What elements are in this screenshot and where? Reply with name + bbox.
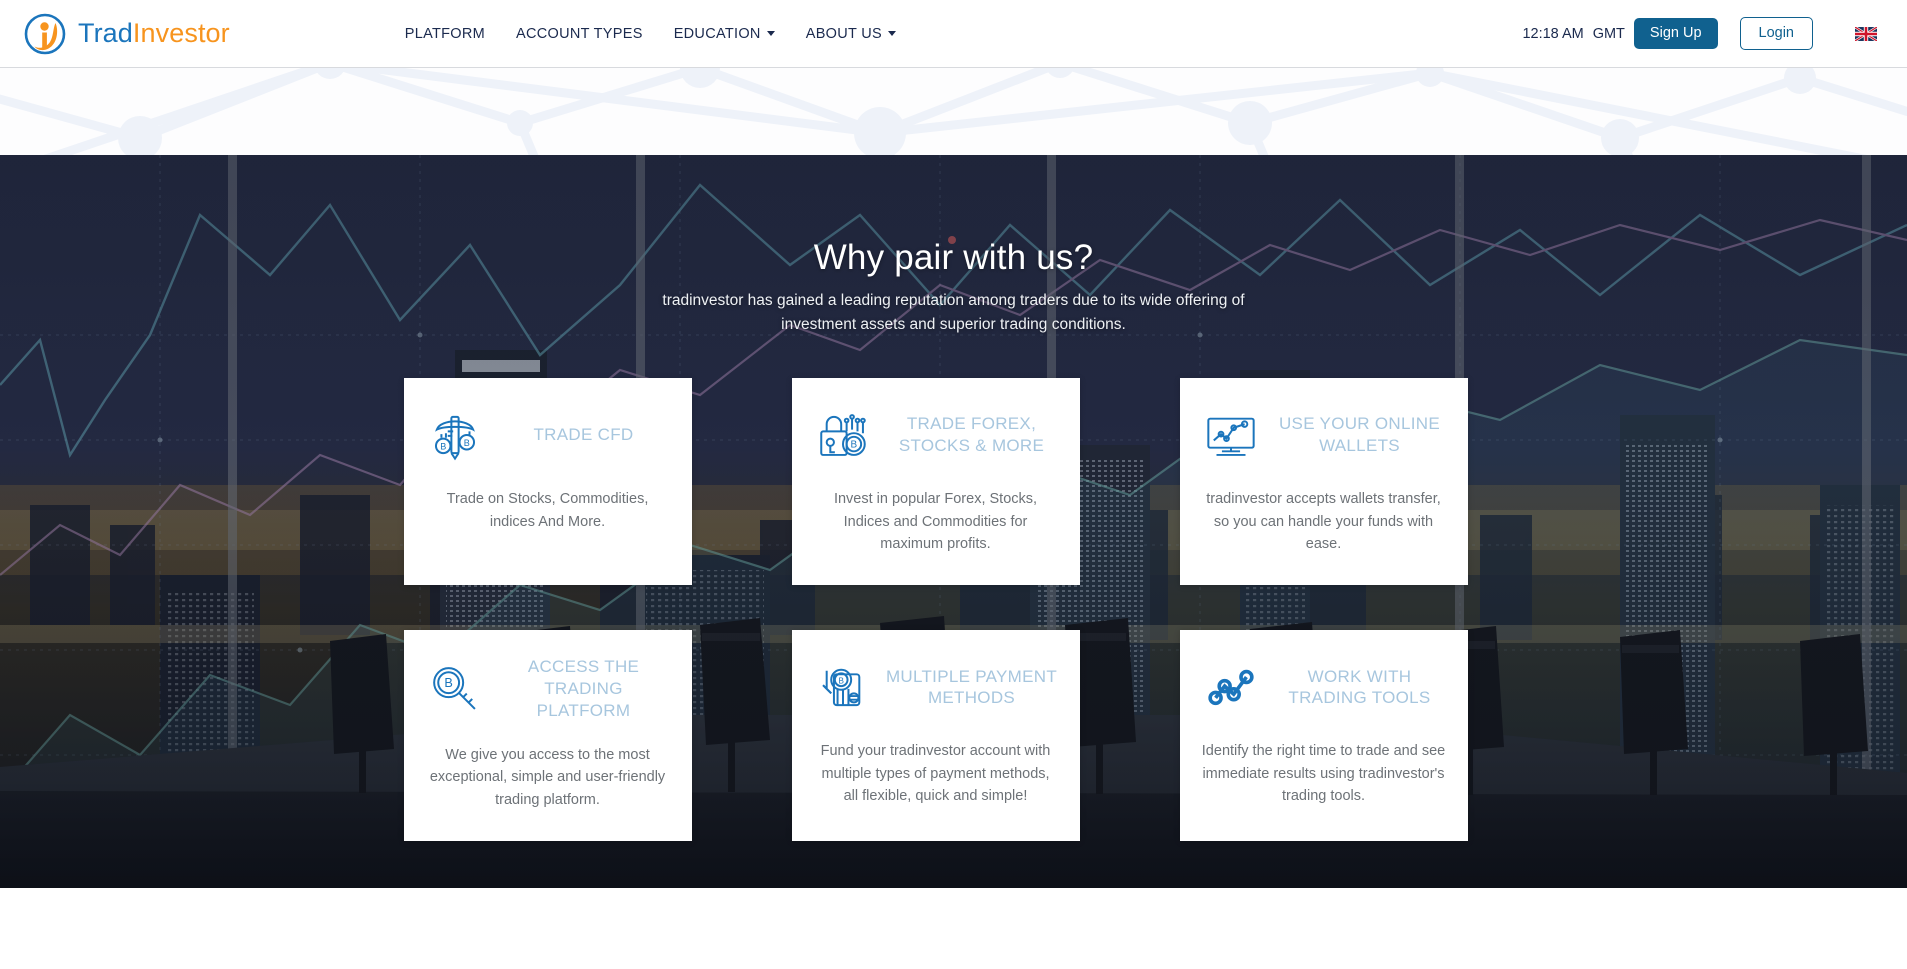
clock-time: 12:18 AM — [1522, 25, 1584, 42]
feature-card-payment-methods[interactable]: B MULTIPLE PAYMENT METHODS Fund your tra… — [791, 630, 1080, 842]
card-description: Invest in popular Forex, Stocks, Indices… — [833, 491, 1038, 552]
feature-card-online-wallets[interactable]: USE YOUR ONLINE WALLETS tradinvestor acc… — [1179, 378, 1468, 586]
card-title: MULTIPLE PAYMENT METHODS — [885, 666, 1058, 708]
server-clock: 12:18 AM GMT — [1522, 26, 1624, 42]
feature-card-trading-tools[interactable]: WORK WITH TRADING TOOLS Identify the rig… — [1179, 630, 1468, 842]
card-header: B B TRADE CFD — [426, 404, 670, 466]
hero-section: Why pair with us? tradinvestor has gaine… — [0, 155, 1907, 888]
lock-key-bitcoin-icon: B — [819, 414, 866, 456]
card-header: B TRADE FOREX, STOCKS & MORE — [814, 404, 1058, 466]
hero-content: Why pair with us? tradinvestor has gaine… — [0, 238, 1907, 842]
nav-item-about-us[interactable]: ABOUT US — [806, 26, 896, 42]
logo-text-primary: Trad — [78, 18, 133, 48]
card-header: B ACCESS THE TRADING PLATFORM — [426, 656, 670, 721]
nav-label-platform: PLATFORM — [404, 25, 486, 42]
card-description: Identify the right time to trade and see… — [1201, 743, 1446, 805]
page-title: Why pair with us? — [813, 238, 1094, 277]
logo[interactable]: TradInvestor — [22, 11, 230, 57]
card-description: We give you access to the most exception… — [429, 746, 666, 808]
payment-card-coin-icon: B — [821, 669, 860, 707]
card-title: ACCESS THE TRADING PLATFORM — [527, 657, 640, 720]
card-header: USE YOUR ONLINE WALLETS — [1202, 404, 1446, 466]
card-title: TRADE CFD — [533, 425, 634, 445]
nav-label-account-types: ACCOUNT TYPES — [516, 25, 643, 42]
card-description: tradinvestor accepts wallets transfer, s… — [1206, 491, 1441, 552]
node-graph-icon — [1207, 670, 1254, 706]
feature-card-grid: B B TRADE CFD Trade on Stocks, Commoditi… — [403, 378, 1504, 842]
monitor-chart-icon — [1206, 417, 1255, 456]
site-header: TradInvestor PLATFORM ACCOUNT TYPES EDUC… — [0, 0, 1907, 68]
card-header: B MULTIPLE PAYMENT METHODS — [814, 656, 1058, 718]
main-navigation: PLATFORM ACCOUNT TYPES EDUCATION ABOUT U… — [405, 26, 896, 42]
uk-flag-icon[interactable] — [1855, 26, 1877, 41]
card-title: USE YOUR ONLINE WALLETS — [1278, 414, 1440, 456]
nav-item-account-types[interactable]: ACCOUNT TYPES — [516, 26, 643, 42]
feature-card-trade-forex[interactable]: B TRADE FOREX, STOCKS & MORE Invest in p… — [791, 378, 1080, 586]
pickaxe-bitcoin-icon: B B — [434, 415, 475, 461]
network-pattern-band — [0, 68, 1907, 155]
svg-text:B: B — [440, 442, 446, 452]
logo-text: TradInvestor — [78, 18, 230, 49]
chevron-down-icon — [766, 31, 775, 36]
nav-label-about-us: ABOUT US — [805, 25, 882, 42]
svg-text:B: B — [444, 676, 452, 690]
tradinvestor-logo-icon — [24, 13, 66, 54]
svg-text:B: B — [850, 440, 857, 451]
header-actions: 12:18 AM GMT Sign Up Login — [1522, 17, 1877, 50]
nav-item-education[interactable]: EDUCATION — [674, 26, 775, 42]
card-description: Fund your tradinvestor account with mult… — [820, 743, 1051, 805]
sign-up-button[interactable]: Sign Up — [1633, 18, 1718, 49]
card-title: WORK WITH TRADING TOOLS — [1288, 666, 1431, 708]
feature-card-trade-cfd[interactable]: B B TRADE CFD Trade on Stocks, Commoditi… — [403, 378, 692, 586]
card-title: TRADE FOREX, STOCKS & MORE — [898, 414, 1045, 456]
card-description: Trade on Stocks, Commodities, indices An… — [446, 491, 649, 530]
chevron-down-icon — [887, 31, 896, 36]
card-header: WORK WITH TRADING TOOLS — [1202, 656, 1446, 718]
page-footer-space — [0, 888, 1907, 969]
svg-text:B: B — [838, 677, 843, 686]
login-button[interactable]: Login — [1739, 17, 1813, 50]
magnifier-bitcoin-icon: B — [432, 667, 476, 710]
hero-subtitle: tradinvestor has gained a leading reputa… — [662, 292, 1245, 334]
network-pattern-icon — [0, 68, 1907, 155]
logo-text-secondary: Investor — [132, 18, 230, 48]
nav-label-education: EDUCATION — [673, 25, 761, 42]
clock-timezone: GMT — [1592, 25, 1625, 42]
feature-card-trading-platform[interactable]: B ACCESS THE TRADING PLATFORM We give yo… — [403, 630, 692, 842]
svg-text:B: B — [463, 438, 469, 448]
nav-item-platform[interactable]: PLATFORM — [405, 26, 485, 42]
